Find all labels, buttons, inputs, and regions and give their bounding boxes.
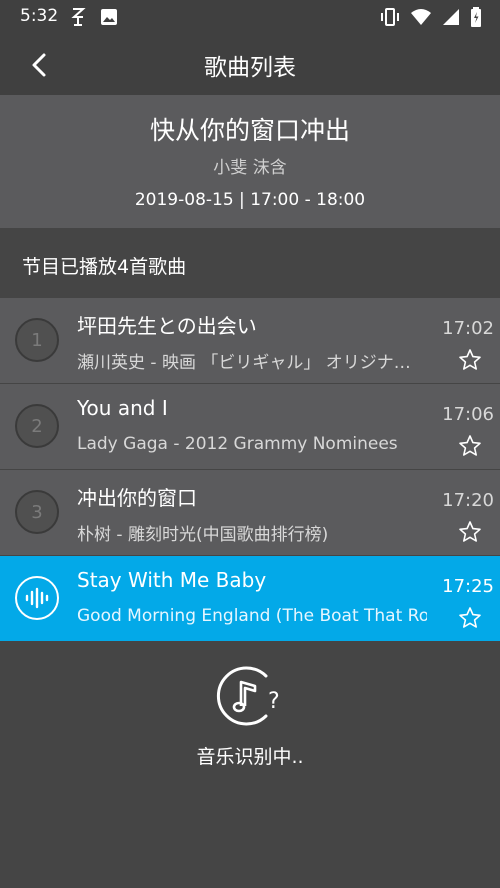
song-artist-album: Good Morning England (The Boat That Ro <box>77 606 427 626</box>
svg-text:?: ? <box>268 689 280 714</box>
song-row-now-playing[interactable]: Stay With Me Baby Good Morning England (… <box>0 556 500 642</box>
status-time: 5:32 <box>20 6 59 26</box>
star-icon[interactable] <box>458 606 482 630</box>
song-row[interactable]: 3 冲出你的窗口 朴树 - 雕刻时光(中国歌曲排行榜) 17:20 <box>0 470 500 556</box>
page-title: 歌曲列表 <box>204 55 296 81</box>
wifi-icon <box>411 9 431 25</box>
star-icon[interactable] <box>458 520 482 544</box>
song-list: 1 坪田先生との出会い 瀬川英史 - 映画 「ビリギャル」 オリジナル・サウンド… <box>0 298 500 642</box>
song-title: Stay With Me Baby <box>77 568 267 592</box>
battery-icon <box>471 7 481 27</box>
song-time: 17:20 <box>442 490 494 511</box>
song-time: 17:02 <box>442 318 494 339</box>
song-title: 坪田先生との出会い <box>77 314 257 338</box>
music-recognize-icon[interactable]: ? <box>214 664 288 728</box>
signal-icon <box>443 9 459 25</box>
program-hosts: 小斐 沫含 <box>213 158 287 178</box>
song-artist-album: 朴树 - 雕刻时光(中国歌曲排行榜) <box>77 525 329 545</box>
song-index: 1 <box>15 318 59 362</box>
program-title: 快从你的窗口冲出 <box>149 116 350 145</box>
song-time: 17:25 <box>442 576 494 597</box>
song-row[interactable]: 2 You and I Lady Gaga - 2012 Grammy Nomi… <box>0 384 500 470</box>
song-row[interactable]: 1 坪田先生との出会い 瀬川英史 - 映画 「ビリギャル」 オリジナル・サウンド… <box>0 298 500 384</box>
program-header: 快从你的窗口冲出 小斐 沫含 2019-08-15 | 17:00 - 18:0… <box>0 95 500 228</box>
song-title: You and I <box>77 396 168 420</box>
system-icons <box>380 7 482 27</box>
song-title: 冲出你的窗口 <box>77 486 197 510</box>
notification-app-icon <box>71 8 86 26</box>
star-icon[interactable] <box>458 348 482 372</box>
program-schedule: 2019-08-15 | 17:00 - 18:00 <box>134 190 366 210</box>
vibrate-icon <box>381 8 399 26</box>
audio-wave-icon <box>25 587 49 609</box>
status-bar: 5:32 <box>0 0 500 34</box>
played-count-label: 节目已播放4首歌曲 <box>22 256 187 278</box>
song-index: 3 <box>15 490 59 534</box>
song-time: 17:06 <box>442 404 494 425</box>
section-header: 节目已播放4首歌曲 <box>0 228 500 298</box>
star-icon[interactable] <box>458 434 482 458</box>
song-artist-album: 瀬川英史 - 映画 「ビリギャル」 オリジナル・サウンドトラック <box>77 353 427 373</box>
image-icon <box>101 9 117 25</box>
recognizing-label: 音乐识别中.. <box>196 746 304 768</box>
now-playing-indicator <box>15 576 59 620</box>
song-index: 2 <box>15 404 59 448</box>
app-toolbar: 歌曲列表 <box>0 34 500 95</box>
song-artist-album: Lady Gaga - 2012 Grammy Nominees <box>77 434 398 454</box>
music-recognition: ? 音乐识别中.. <box>0 644 500 888</box>
notification-icons <box>70 7 118 27</box>
